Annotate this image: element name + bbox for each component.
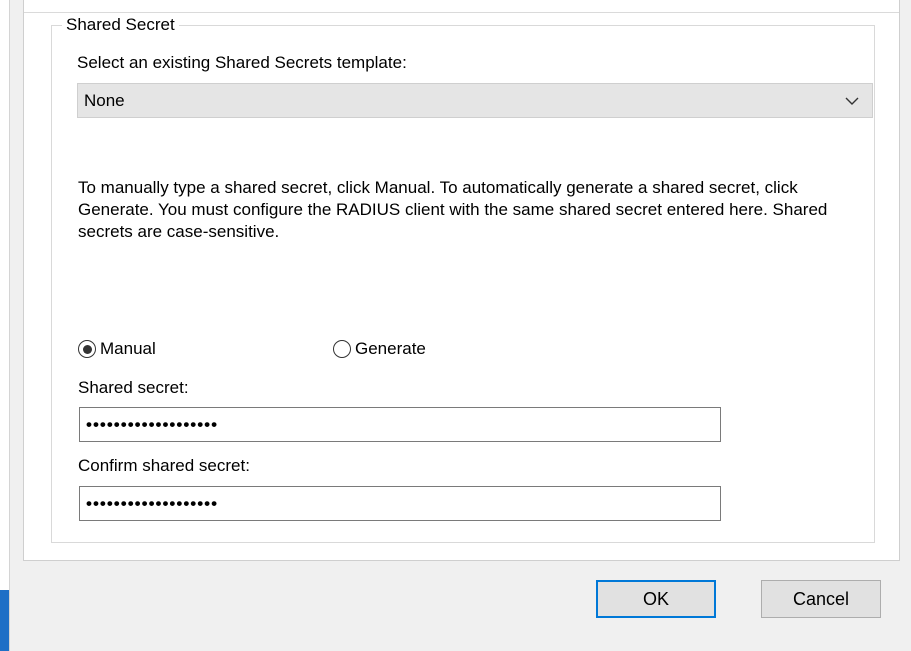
generate-radio[interactable]: Generate (333, 338, 426, 360)
background-window-edge (0, 0, 10, 651)
manual-radio-circle[interactable] (78, 340, 96, 358)
shared-secret-label: Shared secret: (78, 378, 189, 397)
background-window-accent (0, 590, 9, 651)
panel-top-divider (24, 0, 899, 13)
radio-selected-dot (82, 344, 92, 354)
content-panel: Shared Secret Select an existing Shared … (23, 0, 900, 561)
generate-radio-label: Generate (355, 339, 426, 358)
description-text: To manually type a shared secret, click … (78, 178, 828, 241)
group-title: Shared Secret (62, 14, 179, 36)
confirm-secret-label: Confirm shared secret: (78, 456, 250, 475)
template-select-value: None (84, 91, 125, 110)
shared-secret-input[interactable]: ••••••••••••••••••• (79, 407, 721, 442)
manual-radio[interactable]: Manual (78, 338, 156, 360)
ok-button[interactable]: OK (596, 580, 716, 618)
confirm-secret-input[interactable]: ••••••••••••••••••• (79, 486, 721, 521)
template-select[interactable]: None (77, 83, 873, 118)
cancel-button[interactable]: Cancel (761, 580, 881, 618)
chevron-down-icon (845, 97, 859, 105)
generate-radio-circle[interactable] (333, 340, 351, 358)
dialog: Shared Secret Select an existing Shared … (10, 0, 911, 651)
manual-radio-label: Manual (100, 339, 156, 358)
template-label: Select an existing Shared Secrets templa… (77, 53, 407, 72)
